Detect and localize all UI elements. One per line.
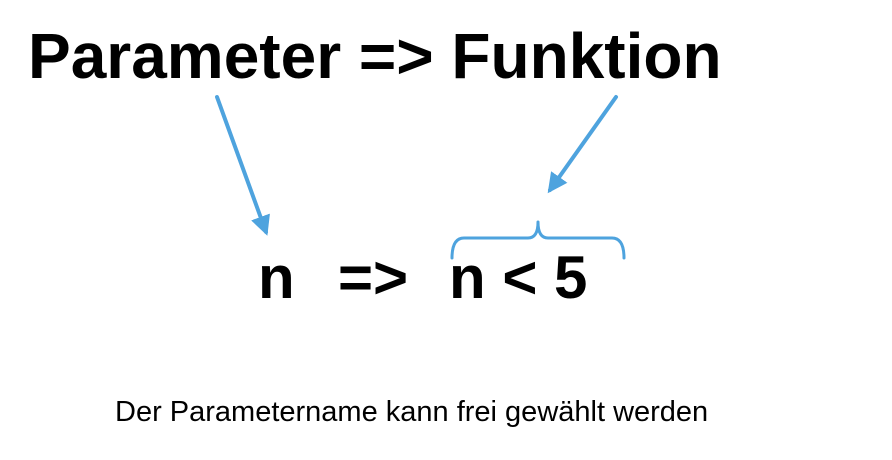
function-pointer-arrow (547, 95, 618, 194)
slide: Parameter => Funktion n => n < 5 Der Par… (0, 0, 892, 460)
function-body-brace (450, 220, 626, 260)
parameter-pointer-arrow (215, 95, 270, 236)
caption: Der Parametername kann frei gewählt werd… (115, 396, 709, 428)
annotation-layer (215, 95, 626, 260)
